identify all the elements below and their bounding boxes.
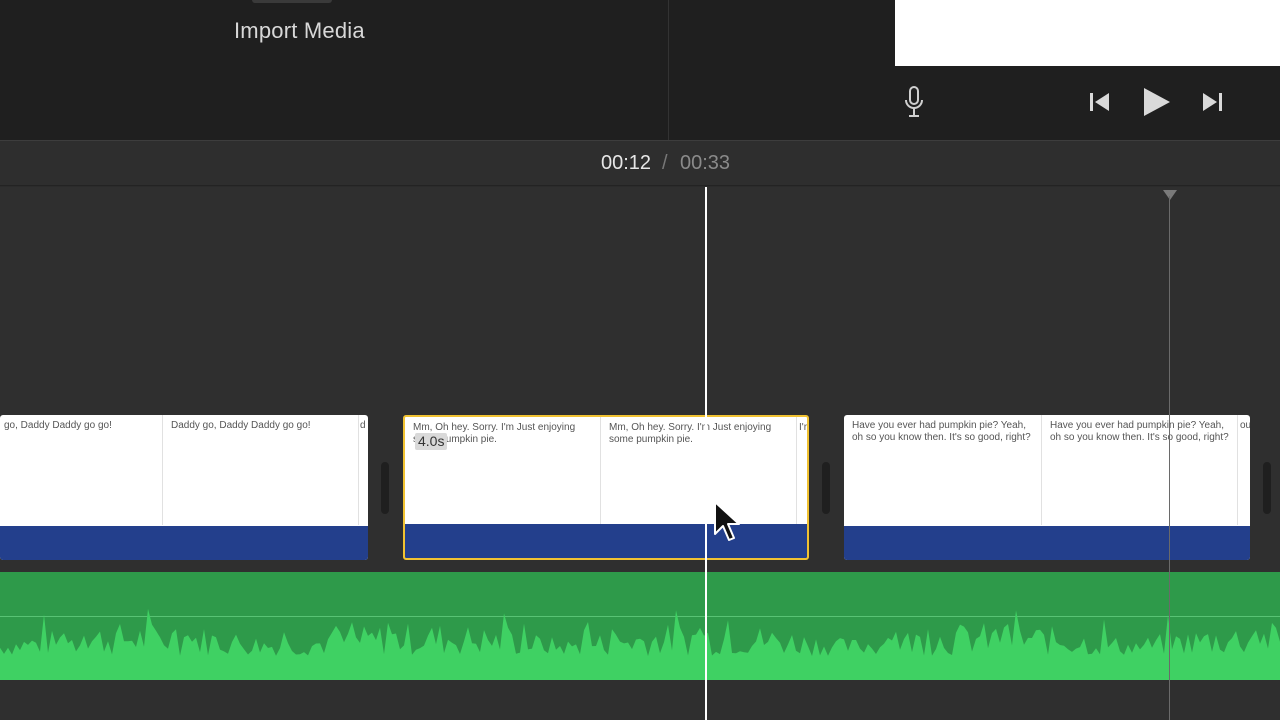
clip-thumbnail: Mm, Oh hey. Sorry. I'm Just enjoying som… — [601, 417, 797, 527]
total-duration: 00:33 — [680, 152, 731, 174]
end-marker-icon — [1163, 190, 1177, 200]
import-media-button[interactable]: Import Media — [234, 18, 365, 44]
clip-audio-strip — [844, 526, 1250, 560]
clip-caption: Have you ever had pumpkin pie? Yeah, oh … — [1050, 420, 1229, 443]
clip-caption: d — [360, 420, 366, 431]
clip-thumbnail: I'r — [797, 417, 808, 527]
time-separator: / — [662, 152, 668, 174]
transition-button[interactable] — [822, 462, 830, 514]
microphone-icon — [905, 86, 923, 117]
background-music-track[interactable] — [0, 572, 1280, 680]
play-icon — [1144, 88, 1170, 116]
clip-caption: Daddy go, Daddy Daddy go go! — [171, 420, 311, 431]
skip-back-button[interactable] — [1084, 82, 1116, 122]
transition-button[interactable] — [1263, 462, 1271, 514]
current-time: 00:12 — [601, 152, 652, 174]
skip-forward-icon — [1203, 93, 1222, 111]
import-media-tab-indicator — [252, 0, 332, 3]
video-clip-1[interactable]: go, Daddy Daddy go go! Daddy go, Daddy D… — [0, 415, 368, 560]
clip-caption: I'r — [799, 422, 808, 433]
video-clip-3[interactable]: Have you ever had pumpkin pie? Yeah, oh … — [844, 415, 1250, 560]
voiceover-button[interactable] — [898, 82, 930, 122]
clip-caption: ou — [1240, 420, 1250, 431]
video-preview — [895, 0, 1280, 66]
video-clip-2-selected[interactable]: Mm, Oh hey. Sorry. I'm Just enjoying som… — [403, 415, 809, 560]
mouse-pointer-icon — [714, 501, 740, 541]
clip-thumbnail: Daddy go, Daddy Daddy go go! — [163, 415, 359, 525]
clip-thumbnail: Have you ever had pumpkin pie? Yeah, oh … — [844, 415, 1042, 525]
toolbar-area — [669, 0, 895, 140]
clip-thumbnail: ou — [1238, 415, 1250, 525]
skip-back-icon — [1090, 93, 1109, 111]
clip-caption: Have you ever had pumpkin pie? Yeah, oh … — [852, 420, 1031, 443]
clip-duration-badge: 4.0s — [415, 433, 448, 450]
clip-thumbnail: Have you ever had pumpkin pie? Yeah, oh … — [1042, 415, 1238, 525]
end-marker-line — [1169, 196, 1170, 720]
clip-thumbnail: go, Daddy Daddy go go! — [0, 415, 163, 525]
clip-audio-strip — [0, 526, 368, 560]
clip-caption: go, Daddy Daddy go go! — [4, 420, 112, 431]
skip-forward-button[interactable] — [1196, 82, 1228, 122]
transition-button[interactable] — [381, 462, 389, 514]
clip-audio-strip — [405, 524, 807, 558]
clip-caption: Mm, Oh hey. Sorry. I'm Just enjoying som… — [609, 422, 772, 445]
clip-thumbnail: d — [359, 415, 368, 525]
play-button[interactable] — [1138, 82, 1174, 122]
playhead[interactable] — [705, 187, 707, 720]
audio-waveform — [0, 608, 1280, 680]
